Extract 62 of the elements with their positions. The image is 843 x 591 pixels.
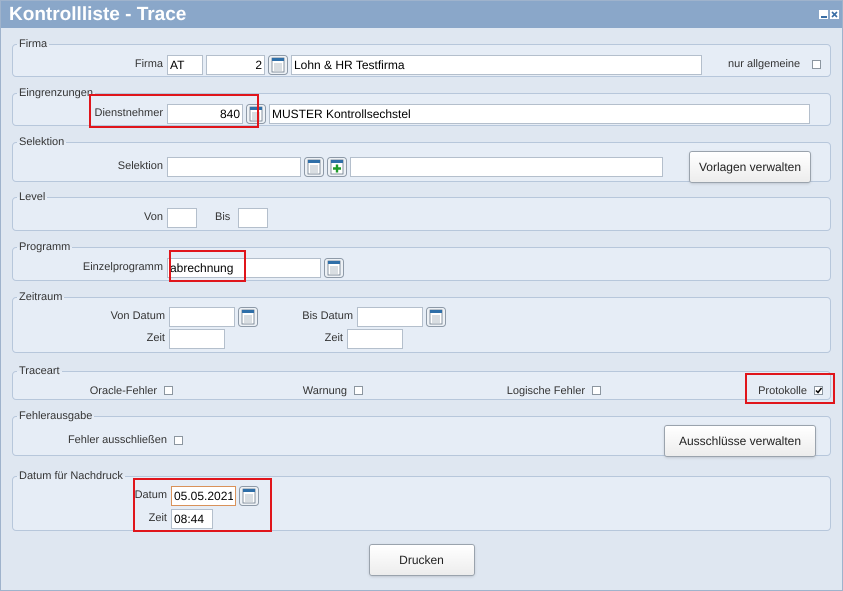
input-field[interactable] <box>167 156 301 176</box>
section-legend: Level <box>17 189 48 206</box>
input-field[interactable] <box>169 306 235 326</box>
input-field[interactable]: abrechnung <box>167 258 321 278</box>
section-legend: Zeitraum <box>17 289 64 306</box>
minimize-icon[interactable] <box>819 10 828 19</box>
input-field[interactable]: 2 <box>206 54 265 74</box>
field-label: Selektion <box>116 159 163 174</box>
section-legend: Programm <box>17 239 72 256</box>
input-field[interactable]: Lohn & HR Testfirma <box>291 54 702 74</box>
field-label: Dienstnehmer <box>94 106 163 122</box>
field-label: Zeit <box>148 511 167 526</box>
field-label: Datum <box>134 488 167 504</box>
input-field[interactable] <box>167 208 197 228</box>
calendar-icon[interactable] <box>426 306 446 326</box>
input-field[interactable] <box>347 328 403 348</box>
button[interactable]: Ausschlüsse verwalten <box>664 424 816 456</box>
field-label: Von <box>143 210 163 226</box>
section-legend: Fehlerausgabe <box>17 408 94 424</box>
input-field[interactable] <box>357 306 423 326</box>
checkbox[interactable] <box>174 436 183 445</box>
field-label: Protokolle <box>758 384 807 398</box>
field-label: Zeit <box>146 331 165 346</box>
field-label: Logische Fehler <box>506 384 585 398</box>
window-title: Kontrollliste - Trace <box>8 5 186 24</box>
section-legend: Traceart <box>17 363 62 380</box>
calendar-icon[interactable] <box>268 54 288 74</box>
calendar-icon[interactable] <box>239 486 259 506</box>
field-label: Warnung <box>302 384 347 398</box>
field-label: Von Datum <box>110 309 165 324</box>
field-label: Einzelprogramm <box>82 260 163 276</box>
field-label: Bis <box>215 210 230 226</box>
input-field[interactable]: 840 <box>167 104 243 124</box>
checkbox[interactable] <box>164 386 173 396</box>
section-legend: Selektion <box>17 134 66 150</box>
input-field[interactable]: 08:44 <box>171 508 213 528</box>
section-legend: Datum für Nachdruck <box>17 468 125 484</box>
calendar-icon[interactable] <box>238 306 258 326</box>
checkbox[interactable] <box>812 60 822 69</box>
input-field[interactable]: AT <box>167 54 203 74</box>
input-field[interactable]: MUSTER Kontrollsechstel <box>269 104 810 124</box>
checkbox[interactable] <box>814 386 823 396</box>
field-label: Oracle-Fehler <box>90 384 157 398</box>
calendar-icon[interactable] <box>246 104 266 124</box>
button[interactable]: Drucken <box>368 544 474 576</box>
checkbox[interactable] <box>592 386 601 396</box>
section-legend: Firma <box>17 36 50 52</box>
add-icon[interactable] <box>327 156 347 176</box>
close-icon[interactable] <box>830 10 839 19</box>
input-field[interactable] <box>169 328 225 348</box>
input-field[interactable] <box>350 156 663 176</box>
input-field[interactable] <box>238 208 268 228</box>
section-legend: Eingrenzungen <box>17 85 96 102</box>
field-label: Zeit <box>324 331 343 346</box>
field-label: Firma <box>134 57 163 72</box>
field-label: nur allgemeine <box>728 57 800 72</box>
button[interactable]: Vorlagen verwalten <box>689 150 811 182</box>
field-label: Bis Datum <box>301 309 353 324</box>
calendar-icon[interactable] <box>304 156 324 176</box>
field-label: Fehler ausschließen <box>68 433 167 448</box>
calendar-icon[interactable] <box>324 258 344 278</box>
checkbox[interactable] <box>354 386 363 396</box>
